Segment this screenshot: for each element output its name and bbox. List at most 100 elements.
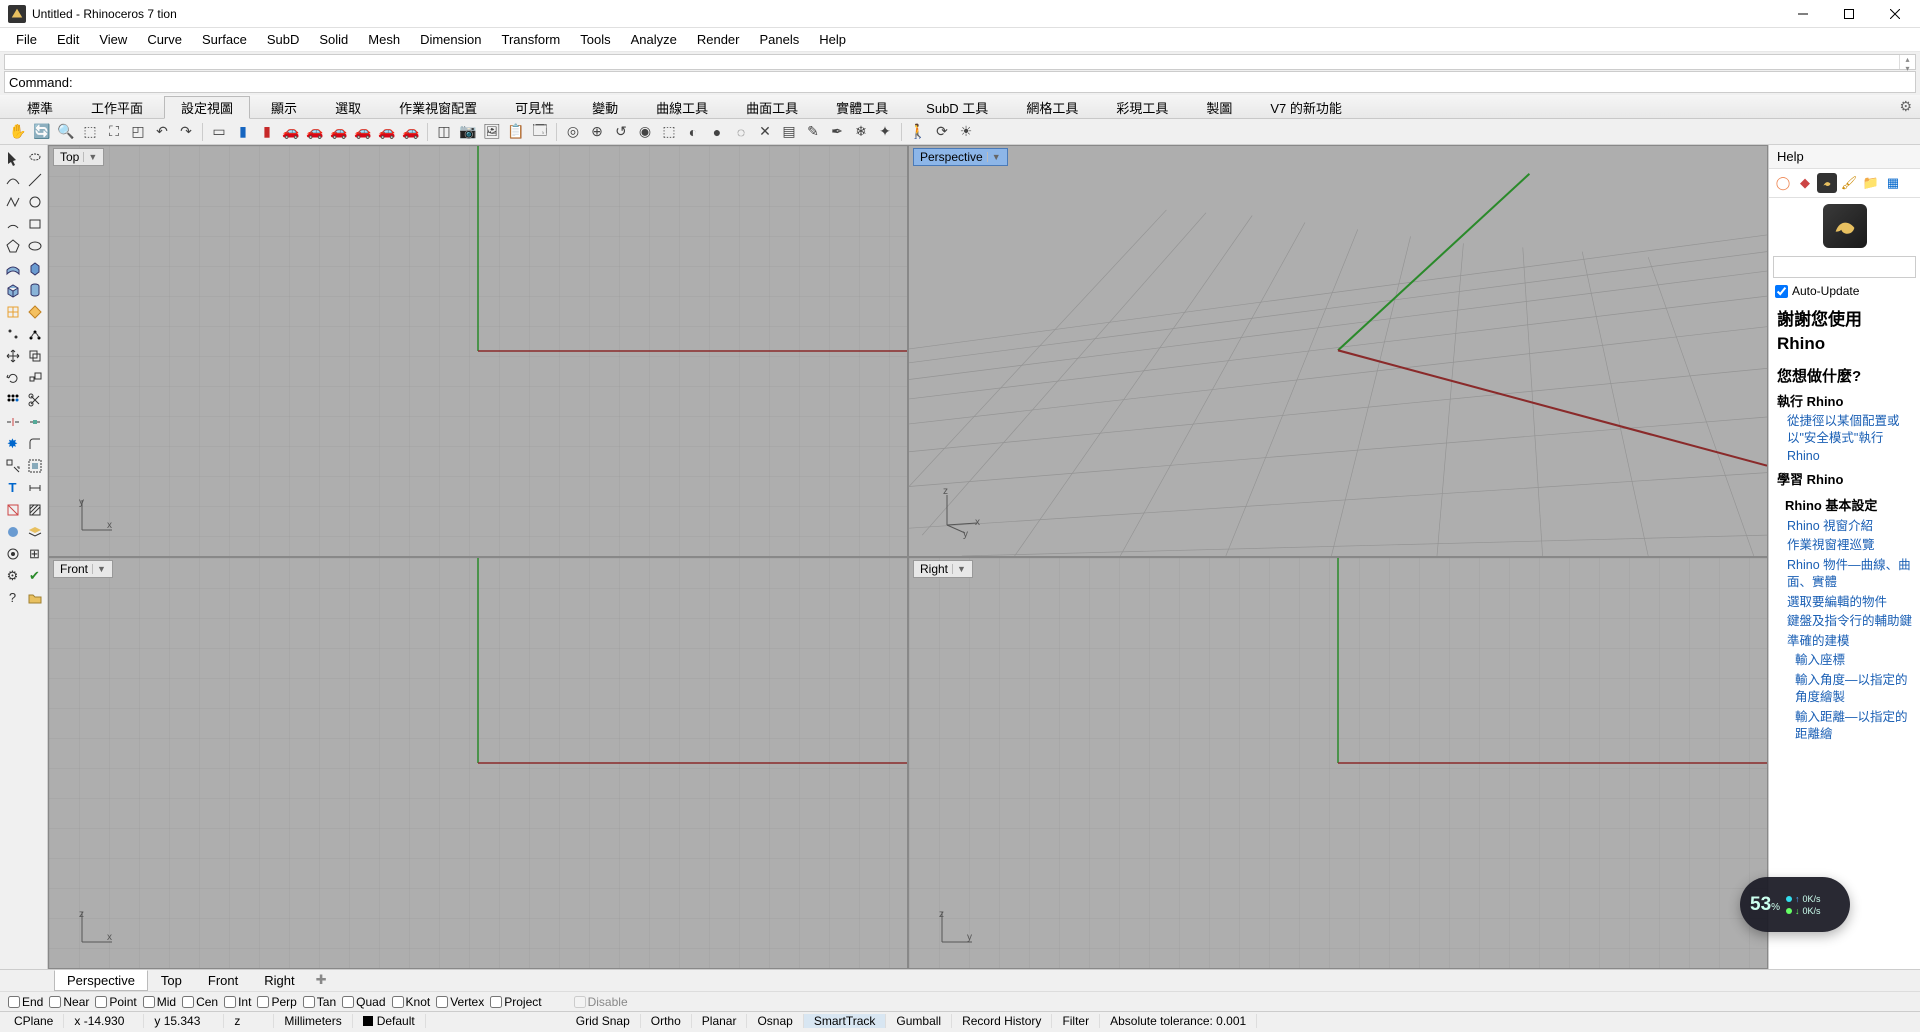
- menu-render[interactable]: Render: [687, 30, 750, 49]
- group-tool[interactable]: [24, 455, 45, 476]
- menu-subd[interactable]: SubD: [257, 30, 310, 49]
- trim-tool[interactable]: [24, 389, 45, 410]
- left-view-icon[interactable]: 🚗: [329, 122, 349, 142]
- render-tool[interactable]: [2, 543, 23, 564]
- sun-icon[interactable]: ☀: [956, 122, 976, 142]
- point-tool[interactable]: [2, 323, 23, 344]
- tab-transform[interactable]: 變動: [575, 95, 635, 118]
- place-target-icon[interactable]: ⊕: [587, 122, 607, 142]
- text-tool[interactable]: T: [2, 477, 23, 498]
- osnap-disable[interactable]: Disable: [574, 995, 628, 1009]
- status-tolerance[interactable]: Absolute tolerance: 0.001: [1100, 1014, 1257, 1028]
- wireframe-icon[interactable]: ⬚: [659, 122, 679, 142]
- toggle-osnap[interactable]: Osnap: [747, 1014, 803, 1028]
- tab-cplane[interactable]: 工作平面: [74, 95, 160, 118]
- osnap-cen[interactable]: Cen: [182, 995, 218, 1009]
- chevron-down-icon[interactable]: ▼: [92, 564, 106, 574]
- help-link-7[interactable]: 輸入角度—以指定的角度繪製: [1795, 672, 1912, 707]
- pointer-tool[interactable]: [2, 147, 23, 168]
- status-units[interactable]: Millimeters: [274, 1014, 352, 1028]
- rotate-tool[interactable]: [2, 367, 23, 388]
- right-view-icon[interactable]: 🚗: [353, 122, 373, 142]
- viewport-right[interactable]: Right ▼ yz: [909, 558, 1767, 968]
- surface-tool[interactable]: [2, 257, 23, 278]
- walkabout-icon[interactable]: 🚶: [908, 122, 928, 142]
- menu-transform[interactable]: Transform: [491, 30, 570, 49]
- line-tool[interactable]: [24, 169, 45, 190]
- tab-meshtools[interactable]: 網格工具: [1009, 95, 1095, 118]
- ellipse-tool[interactable]: [24, 235, 45, 256]
- viewport-top[interactable]: Top ▼ xy: [49, 146, 907, 556]
- pointedit-tool[interactable]: [24, 323, 45, 344]
- circle-tool[interactable]: [24, 191, 45, 212]
- help-link-0[interactable]: Rhino 視窗介紹: [1787, 518, 1912, 536]
- chevron-down-icon[interactable]: ▼: [83, 152, 97, 162]
- help-link-1[interactable]: 作業視窗裡巡覽: [1787, 537, 1912, 555]
- bottom-view-icon[interactable]: 🚗: [305, 122, 325, 142]
- technical-icon[interactable]: ▤: [779, 122, 799, 142]
- toggle-smarttrack[interactable]: SmartTrack: [804, 1014, 887, 1028]
- tab-solidtools[interactable]: 實體工具: [819, 95, 905, 118]
- fillet-tool[interactable]: [24, 433, 45, 454]
- chevron-down-icon[interactable]: ▼: [952, 564, 966, 574]
- display-icon[interactable]: ▦: [1883, 173, 1903, 193]
- grid-tool[interactable]: ⊞: [24, 543, 45, 564]
- hatch-tool[interactable]: [24, 499, 45, 520]
- redo-view-icon[interactable]: ↷: [176, 122, 196, 142]
- scale-tool[interactable]: [24, 367, 45, 388]
- pan-icon[interactable]: ✋: [8, 122, 28, 142]
- copy-window-icon[interactable]: 🗔: [530, 122, 550, 142]
- subd-tool[interactable]: [24, 301, 45, 322]
- tab-visibility[interactable]: 可見性: [498, 95, 571, 118]
- chevron-down-icon[interactable]: ▼: [987, 152, 1001, 162]
- command-input[interactable]: [77, 75, 1911, 90]
- arc-tool[interactable]: [2, 213, 23, 234]
- toggle-gridsnap[interactable]: Grid Snap: [566, 1014, 641, 1028]
- status-cplane[interactable]: CPlane: [4, 1014, 64, 1028]
- mesh-tool[interactable]: [2, 301, 23, 322]
- osnap-knot[interactable]: Knot: [392, 995, 431, 1009]
- zoom-selected-icon[interactable]: ◰: [128, 122, 148, 142]
- transform-tool[interactable]: [2, 455, 23, 476]
- artistic-icon[interactable]: ✎: [803, 122, 823, 142]
- osnap-quad[interactable]: Quad: [342, 995, 385, 1009]
- dimension-tool[interactable]: [24, 477, 45, 498]
- properties-tool[interactable]: [2, 521, 23, 542]
- rendered-icon[interactable]: ●: [707, 122, 727, 142]
- toggle-history[interactable]: Record History: [952, 1014, 1052, 1028]
- command-history[interactable]: ▴▾: [4, 54, 1916, 70]
- tab-layout[interactable]: 作業視窗配置: [382, 95, 494, 118]
- viewport-front-title[interactable]: Front ▼: [53, 560, 113, 578]
- menu-solid[interactable]: Solid: [309, 30, 358, 49]
- tab-standard[interactable]: 標準: [10, 95, 70, 118]
- help-link-8[interactable]: 輸入距離—以指定的距離繪: [1795, 709, 1912, 744]
- rectangle-tool[interactable]: [24, 213, 45, 234]
- arctic-icon[interactable]: ❄: [851, 122, 871, 142]
- rotate-icon[interactable]: 🔄: [32, 122, 52, 142]
- top-view-icon[interactable]: 🚗: [281, 122, 301, 142]
- plan-view-icon[interactable]: ▭: [209, 122, 229, 142]
- back-view-icon[interactable]: 🚗: [401, 122, 421, 142]
- wallpaper-icon[interactable]: 🖼: [482, 122, 502, 142]
- tab-drafting[interactable]: 製圖: [1189, 95, 1249, 118]
- rhino-help-icon[interactable]: [1817, 173, 1837, 193]
- analysis-tool[interactable]: [2, 499, 23, 520]
- curve-tool[interactable]: [2, 169, 23, 190]
- help-link-5[interactable]: 準確的建模: [1787, 633, 1912, 651]
- layers-icon[interactable]: ◆: [1795, 173, 1815, 193]
- osnap-end[interactable]: End: [8, 995, 43, 1009]
- help-link-3[interactable]: 選取要編輯的物件: [1787, 594, 1912, 612]
- tilt-icon[interactable]: ↺: [611, 122, 631, 142]
- help-run-link[interactable]: 從捷徑以某個配置或以"安全模式"執行 Rhino: [1787, 413, 1912, 466]
- turntable-icon[interactable]: ⟳: [932, 122, 952, 142]
- check-tool[interactable]: ✔: [24, 565, 45, 586]
- menu-file[interactable]: File: [6, 30, 47, 49]
- viewport-front[interactable]: Front ▼ xz: [49, 558, 907, 968]
- open-tool[interactable]: [24, 587, 45, 608]
- zoom-extents-icon[interactable]: ⛶: [104, 122, 124, 142]
- materials-icon[interactable]: 🖌: [1839, 173, 1859, 193]
- viewport-perspective[interactable]: Perspective ▼ zxy: [909, 146, 1767, 556]
- box-tool[interactable]: [2, 279, 23, 300]
- join-tool[interactable]: [24, 411, 45, 432]
- help-link-4[interactable]: 鍵盤及指令行的輔助鍵: [1787, 613, 1912, 631]
